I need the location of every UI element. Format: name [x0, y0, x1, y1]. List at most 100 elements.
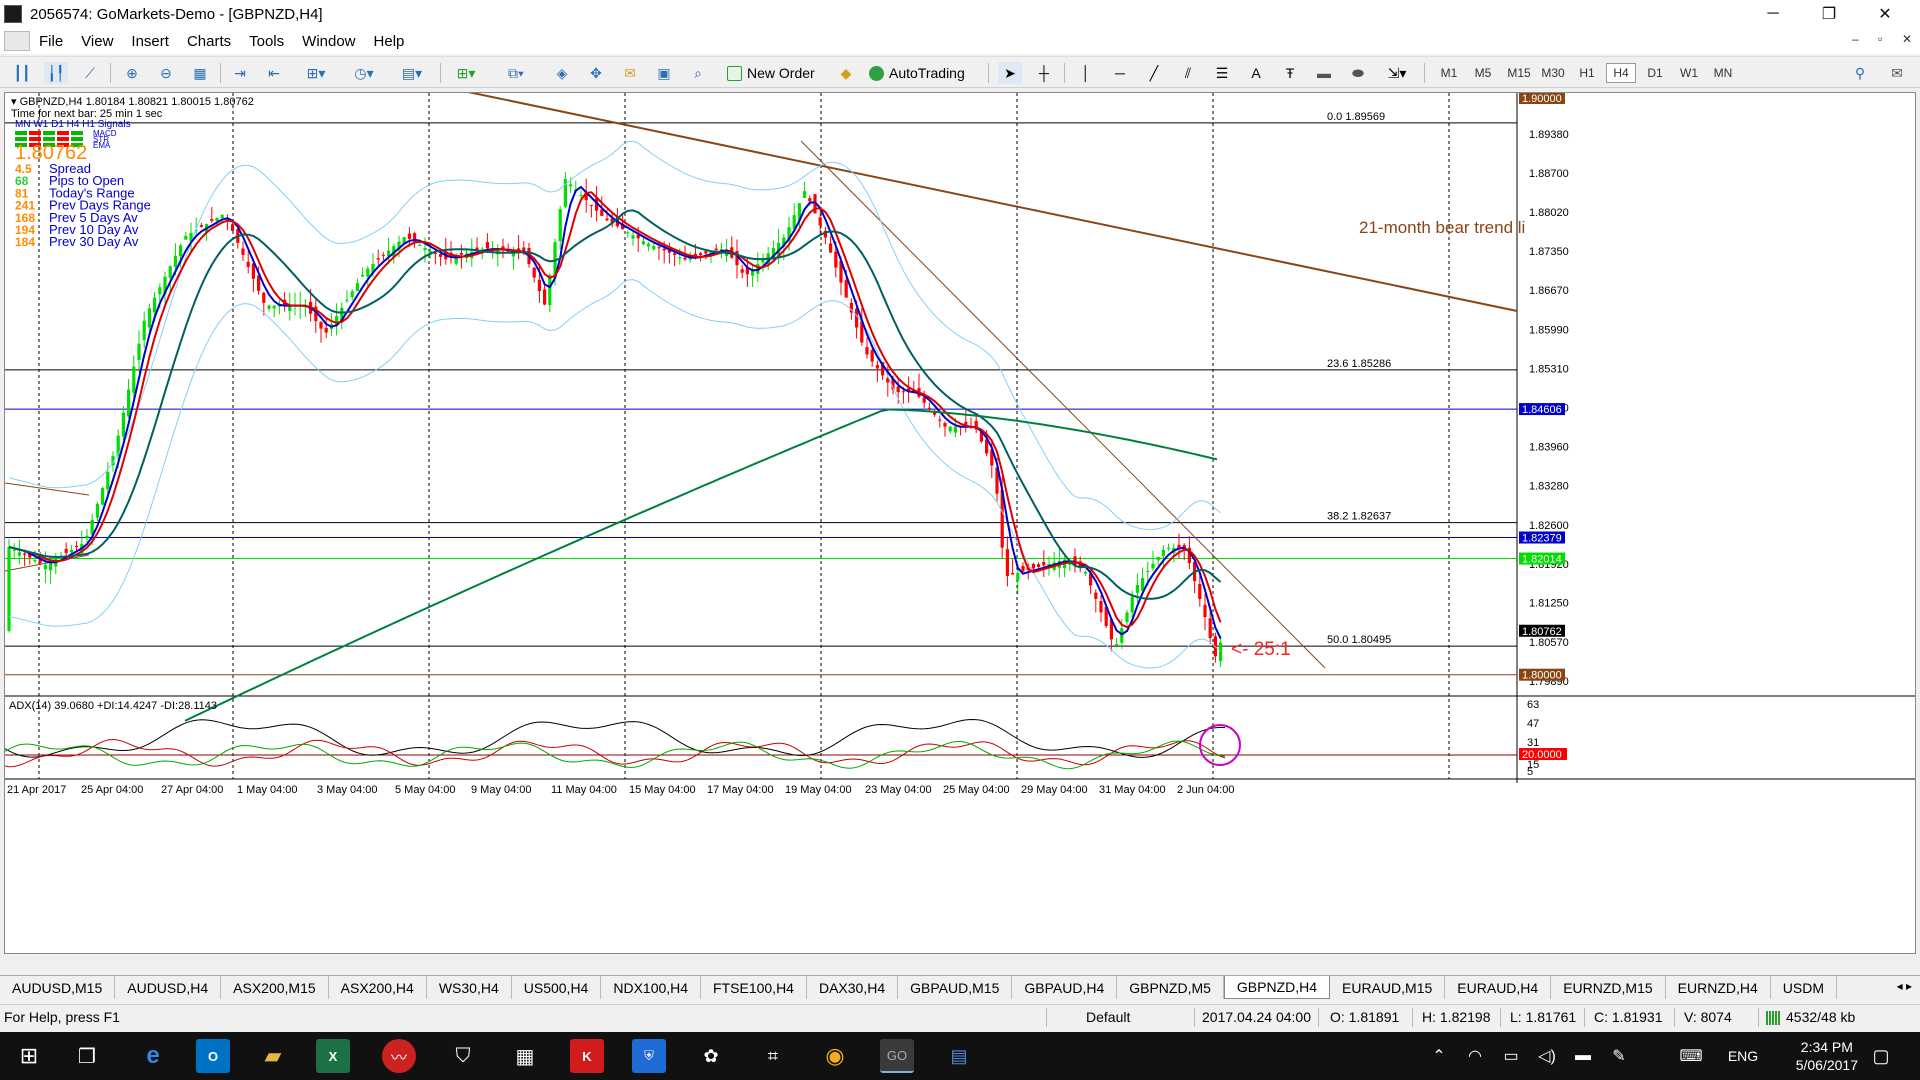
- indicators-icon[interactable]: ⊞▾: [300, 62, 332, 84]
- calculator-icon[interactable]: ▦: [508, 1039, 542, 1073]
- power-icon[interactable]: ▬: [1566, 1039, 1600, 1073]
- chart-tab[interactable]: ASX200,M15: [221, 976, 329, 999]
- new-chart-icon[interactable]: ⊞▾: [448, 62, 484, 84]
- keyboard-icon[interactable]: ⌨: [1674, 1039, 1708, 1073]
- defender-icon[interactable]: ⛨: [632, 1039, 666, 1073]
- timeframe-h4[interactable]: H4: [1606, 63, 1636, 83]
- chart-tab[interactable]: NDX100,H4: [601, 976, 702, 999]
- chart-tab[interactable]: ASX200,H4: [329, 976, 427, 999]
- excel-icon[interactable]: X: [316, 1039, 350, 1073]
- clock[interactable]: 2:34 PM 5/06/2017: [1796, 1038, 1858, 1074]
- timeframe-m1[interactable]: M1: [1434, 63, 1464, 83]
- channel-icon[interactable]: ⫽: [1176, 62, 1200, 84]
- chart-shift-icon[interactable]: ⇥: [228, 62, 252, 84]
- search-icon[interactable]: ⚲: [1848, 62, 1872, 84]
- chart-window[interactable]: 1.89380 1.88700 1.88020 1.87350 1.86670 1.859…: [4, 92, 1916, 954]
- pen-icon[interactable]: ✎: [1602, 1039, 1636, 1073]
- timeframe-mn[interactable]: MN: [1708, 63, 1738, 83]
- cursor-icon[interactable]: ➤: [998, 62, 1022, 84]
- minimize-button[interactable]: ─: [1750, 0, 1796, 28]
- strategy-tester-icon[interactable]: ⌕: [686, 62, 710, 84]
- vertical-line-icon[interactable]: │: [1074, 62, 1098, 84]
- language-indicator[interactable]: ENG: [1720, 1039, 1766, 1073]
- chart-tab[interactable]: DAX30,H4: [807, 976, 899, 999]
- menu-insert[interactable]: Insert: [122, 33, 178, 50]
- menu-charts[interactable]: Charts: [178, 33, 240, 50]
- metatrader-icon[interactable]: GO: [880, 1039, 914, 1073]
- autoscroll-icon[interactable]: ⇤: [262, 62, 286, 84]
- timeframe-w1[interactable]: W1: [1674, 63, 1704, 83]
- chart-tab[interactable]: EURNZD,H4: [1666, 976, 1771, 999]
- volume-icon[interactable]: ◁): [1530, 1039, 1564, 1073]
- chart-tab[interactable]: GBPNZD,H4: [1223, 976, 1331, 999]
- chart-window-icon[interactable]: [4, 31, 30, 51]
- task-view-icon[interactable]: ❐: [70, 1039, 104, 1073]
- chart-tab[interactable]: USDM: [1771, 976, 1838, 999]
- fibonacci-icon[interactable]: ☰: [1210, 62, 1234, 84]
- line-chart-icon[interactable]: ⟋: [78, 62, 102, 84]
- timeframe-m30[interactable]: M30: [1536, 63, 1570, 83]
- notifications-icon[interactable]: ▢: [1864, 1039, 1898, 1073]
- bar-chart-icon[interactable]: ┃┃: [10, 62, 34, 84]
- ellipse-icon[interactable]: ⬬: [1346, 62, 1370, 84]
- text-icon[interactable]: A: [1244, 62, 1268, 84]
- menu-file[interactable]: File: [30, 33, 72, 50]
- remote-desktop-icon[interactable]: ▤: [942, 1039, 976, 1073]
- paint-icon[interactable]: ✿: [694, 1039, 728, 1073]
- tab-scroll-arrows[interactable]: ◂ ▸: [1897, 979, 1912, 993]
- new-order-button[interactable]: New Order: [722, 62, 822, 84]
- chart-tab[interactable]: GBPAUD,H4: [1012, 976, 1118, 999]
- chart-tab[interactable]: GBPNZD,M5: [1117, 976, 1224, 999]
- connection-icon[interactable]: [1766, 1011, 1780, 1025]
- horizontal-line-icon[interactable]: ─: [1108, 62, 1132, 84]
- timeframe-m5[interactable]: M5: [1468, 63, 1498, 83]
- chart-tab[interactable]: EURNZD,M15: [1551, 976, 1666, 999]
- kaspersky-icon[interactable]: K: [570, 1039, 604, 1073]
- chart-tab[interactable]: AUDUSD,H4: [115, 976, 222, 999]
- chart-tab[interactable]: GBPAUD,M15: [898, 976, 1013, 999]
- chart-tab[interactable]: AUDUSD,M15: [0, 976, 116, 999]
- data-window-icon[interactable]: ✉: [618, 62, 642, 84]
- trendline-icon[interactable]: ╱: [1142, 62, 1166, 84]
- arrows-icon[interactable]: ⇲▾: [1380, 62, 1414, 84]
- camera-icon[interactable]: ⌗: [756, 1039, 790, 1073]
- start-icon[interactable]: ⊞: [12, 1039, 46, 1073]
- text-label-icon[interactable]: Ŧ: [1278, 62, 1302, 84]
- rectangle-icon[interactable]: ▬: [1312, 62, 1336, 84]
- store-icon[interactable]: ⛉: [446, 1039, 480, 1073]
- zoom-out-icon[interactable]: ⊖: [154, 62, 178, 84]
- menu-window[interactable]: Window: [293, 33, 364, 50]
- terminal-icon[interactable]: ▣: [652, 62, 676, 84]
- chat-icon[interactable]: ✉: [1882, 62, 1912, 84]
- mdi-close-button[interactable]: ✕: [1902, 32, 1912, 46]
- templates-icon[interactable]: ▤▾: [396, 62, 428, 84]
- menu-help[interactable]: Help: [365, 33, 414, 50]
- price-chart[interactable]: 1.89380 1.88700 1.88020 1.87350 1.86670 1.859…: [5, 93, 1915, 953]
- edge-icon[interactable]: e: [136, 1039, 170, 1073]
- profiles-icon[interactable]: ⧉▾: [498, 62, 534, 84]
- chart-tab[interactable]: EURAUD,H4: [1445, 976, 1552, 999]
- timeframe-m15[interactable]: M15: [1502, 63, 1536, 83]
- crosshair-icon[interactable]: ┼: [1032, 62, 1056, 84]
- outlook-icon[interactable]: O: [196, 1039, 230, 1073]
- candlestick-icon[interactable]: ╽╿: [44, 62, 68, 84]
- menu-tools[interactable]: Tools: [240, 33, 293, 50]
- network-icon[interactable]: ◠: [1458, 1039, 1492, 1073]
- tile-windows-icon[interactable]: ▦: [188, 62, 212, 84]
- meta-editor-icon[interactable]: ◆: [834, 62, 858, 84]
- menu-view[interactable]: View: [72, 33, 122, 50]
- navigator-icon[interactable]: ✥: [584, 62, 608, 84]
- chart-tab[interactable]: FTSE100,H4: [701, 976, 807, 999]
- zoom-in-icon[interactable]: ⊕: [120, 62, 144, 84]
- chart-app-icon[interactable]: 〰: [382, 1039, 416, 1073]
- periods-icon[interactable]: ◷▾: [348, 62, 380, 84]
- chart-tab[interactable]: US500,H4: [512, 976, 602, 999]
- file-explorer-icon[interactable]: ▰: [256, 1039, 290, 1073]
- status-profile[interactable]: Default: [1086, 1009, 1130, 1025]
- mdi-restore-button[interactable]: ▫: [1878, 32, 1882, 46]
- autotrading-button[interactable]: AutoTrading: [864, 62, 972, 84]
- close-button[interactable]: ✕: [1862, 0, 1908, 28]
- timeframe-d1[interactable]: D1: [1640, 63, 1670, 83]
- market-watch-icon[interactable]: ◈: [550, 62, 574, 84]
- mdi-minimize-button[interactable]: –: [1852, 32, 1859, 46]
